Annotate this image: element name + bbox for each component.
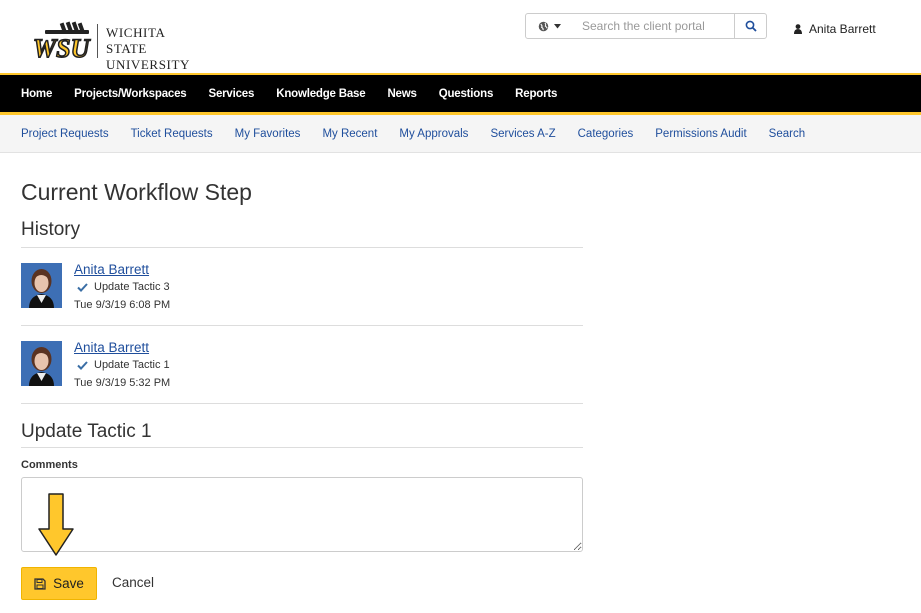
sub-nav: Project Requests Ticket Requests My Favo… — [0, 115, 921, 153]
search-icon — [745, 20, 757, 32]
nav-home[interactable]: Home — [21, 88, 52, 100]
history-title: History — [21, 219, 583, 248]
history-timestamp: Tue 9/3/19 6:08 PM — [74, 299, 171, 311]
history-action: Update Tactic 1 — [77, 359, 170, 371]
history-action: Update Tactic 3 — [77, 281, 170, 293]
down-arrow-annotation-icon — [38, 493, 74, 556]
nav-questions[interactable]: Questions — [439, 88, 494, 100]
form-actions: Save Cancel — [21, 567, 583, 600]
globe-icon — [538, 21, 548, 31]
wsu-shocker-logo-icon: WSU — [32, 21, 91, 61]
caret-down-icon — [553, 23, 561, 28]
history-user-link[interactable]: Anita Barrett — [74, 340, 149, 355]
subnav-services-a-z[interactable]: Services A-Z — [490, 128, 555, 140]
main-content: Current Workflow Step History Anita Barr… — [21, 153, 583, 600]
user-photo-icon — [21, 263, 62, 308]
logo-line-1: Wichita State — [106, 25, 165, 56]
avatar[interactable] — [21, 341, 62, 386]
user-icon — [794, 24, 802, 34]
wsu-logo[interactable]: WSU Wichita State University — [31, 21, 206, 72]
history-user-link[interactable]: Anita Barrett — [74, 262, 149, 277]
site-header: WSU Wichita State University Anita Barre… — [0, 0, 921, 73]
workflow-step-title: Update Tactic 1 — [21, 421, 583, 448]
subnav-my-favorites[interactable]: My Favorites — [235, 128, 301, 140]
nav-services[interactable]: Services — [208, 88, 254, 100]
avatar[interactable] — [21, 263, 62, 308]
nav-projects-workspaces[interactable]: Projects/Workspaces — [74, 88, 187, 100]
subnav-my-approvals[interactable]: My Approvals — [399, 128, 468, 140]
subnav-my-recent[interactable]: My Recent — [322, 128, 377, 140]
logo-divider — [97, 24, 98, 58]
history-timestamp: Tue 9/3/19 5:32 PM — [74, 377, 171, 389]
cancel-button[interactable]: Cancel — [112, 575, 154, 590]
history-item: Anita Barrett Update Tactic 3 Tue 9/3/19… — [21, 248, 583, 326]
subnav-project-requests[interactable]: Project Requests — [21, 128, 109, 140]
history-action-label: Update Tactic 1 — [94, 359, 170, 371]
nav-knowledge-base[interactable]: Knowledge Base — [276, 88, 365, 100]
nav-reports[interactable]: Reports — [515, 88, 557, 100]
check-icon — [77, 360, 88, 370]
subnav-categories[interactable]: Categories — [578, 128, 634, 140]
check-icon — [77, 282, 88, 292]
comments-label: Comments — [21, 459, 78, 471]
save-button[interactable]: Save — [21, 567, 97, 600]
floppy-disk-icon — [34, 577, 46, 590]
save-button-label: Save — [53, 576, 84, 591]
subnav-search[interactable]: Search — [769, 128, 805, 140]
main-nav: Home Projects/Workspaces Services Knowle… — [0, 73, 921, 115]
subnav-ticket-requests[interactable]: Ticket Requests — [131, 128, 213, 140]
svg-text:WSU: WSU — [33, 34, 91, 61]
search-input[interactable] — [572, 13, 735, 39]
nav-news[interactable]: News — [387, 88, 416, 100]
user-menu[interactable]: Anita Barrett — [794, 22, 876, 36]
user-name: Anita Barrett — [809, 22, 876, 36]
subnav-permissions-audit[interactable]: Permissions Audit — [655, 128, 746, 140]
language-dropdown-button[interactable] — [525, 13, 573, 39]
user-photo-icon — [21, 341, 62, 386]
logo-wordmark: Wichita State University — [106, 25, 206, 73]
search-button[interactable] — [734, 13, 767, 39]
logo-line-2: University — [106, 57, 190, 72]
page-title: Current Workflow Step — [21, 179, 252, 205]
comments-textarea[interactable] — [21, 477, 583, 552]
history-action-label: Update Tactic 3 — [94, 281, 170, 293]
history-item: Anita Barrett Update Tactic 1 Tue 9/3/19… — [21, 326, 583, 404]
